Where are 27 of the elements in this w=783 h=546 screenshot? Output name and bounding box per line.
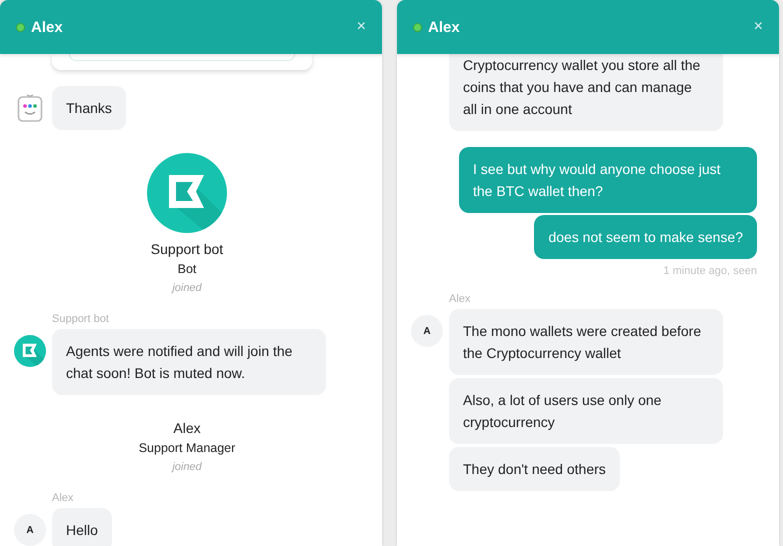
close-button[interactable]: × (754, 18, 763, 36)
message-status: 1 minute ago, seen (663, 265, 757, 277)
message-bubble: Hello (52, 508, 112, 546)
robot-icon (17, 92, 43, 122)
agent-role: Support Manager (138, 440, 236, 457)
message-bubble: Also, a lot of users use only one cryptocurrency (449, 378, 723, 444)
message-bubble: does not seem to make sense? (534, 215, 757, 259)
window-title: Alex (428, 18, 461, 36)
bot-avatar (14, 335, 46, 367)
message-bubble: Thanks (52, 86, 126, 130)
message-bubble: They don't need others (449, 447, 620, 491)
sender-name: Alex (52, 492, 74, 504)
message-bubble: The mono wallets were created before the Cryptocurrency wallet (449, 309, 723, 375)
sender-name: Support bot (52, 313, 109, 325)
message-bubble: Agents were notified and will join the chat soon! Bot is muted now. (52, 329, 326, 395)
sender-name: Alex (449, 293, 470, 305)
message-bubble: Cryptocurrency wallet you store all the coins that you have and can manage all in one account (449, 54, 723, 131)
join-status: joined (172, 460, 202, 475)
user-avatar: A (14, 514, 46, 546)
message-bubble: I see but why would anyone choose just the BTC wallet then? (459, 147, 757, 213)
window-title: Alex (31, 18, 64, 36)
close-button[interactable]: × (356, 18, 366, 36)
agent-name: Support bot (150, 240, 224, 259)
user-avatar: A (411, 315, 443, 347)
agent-role: Bot (178, 261, 196, 278)
agent-name: Alex (173, 419, 201, 438)
join-status: joined (172, 281, 202, 296)
